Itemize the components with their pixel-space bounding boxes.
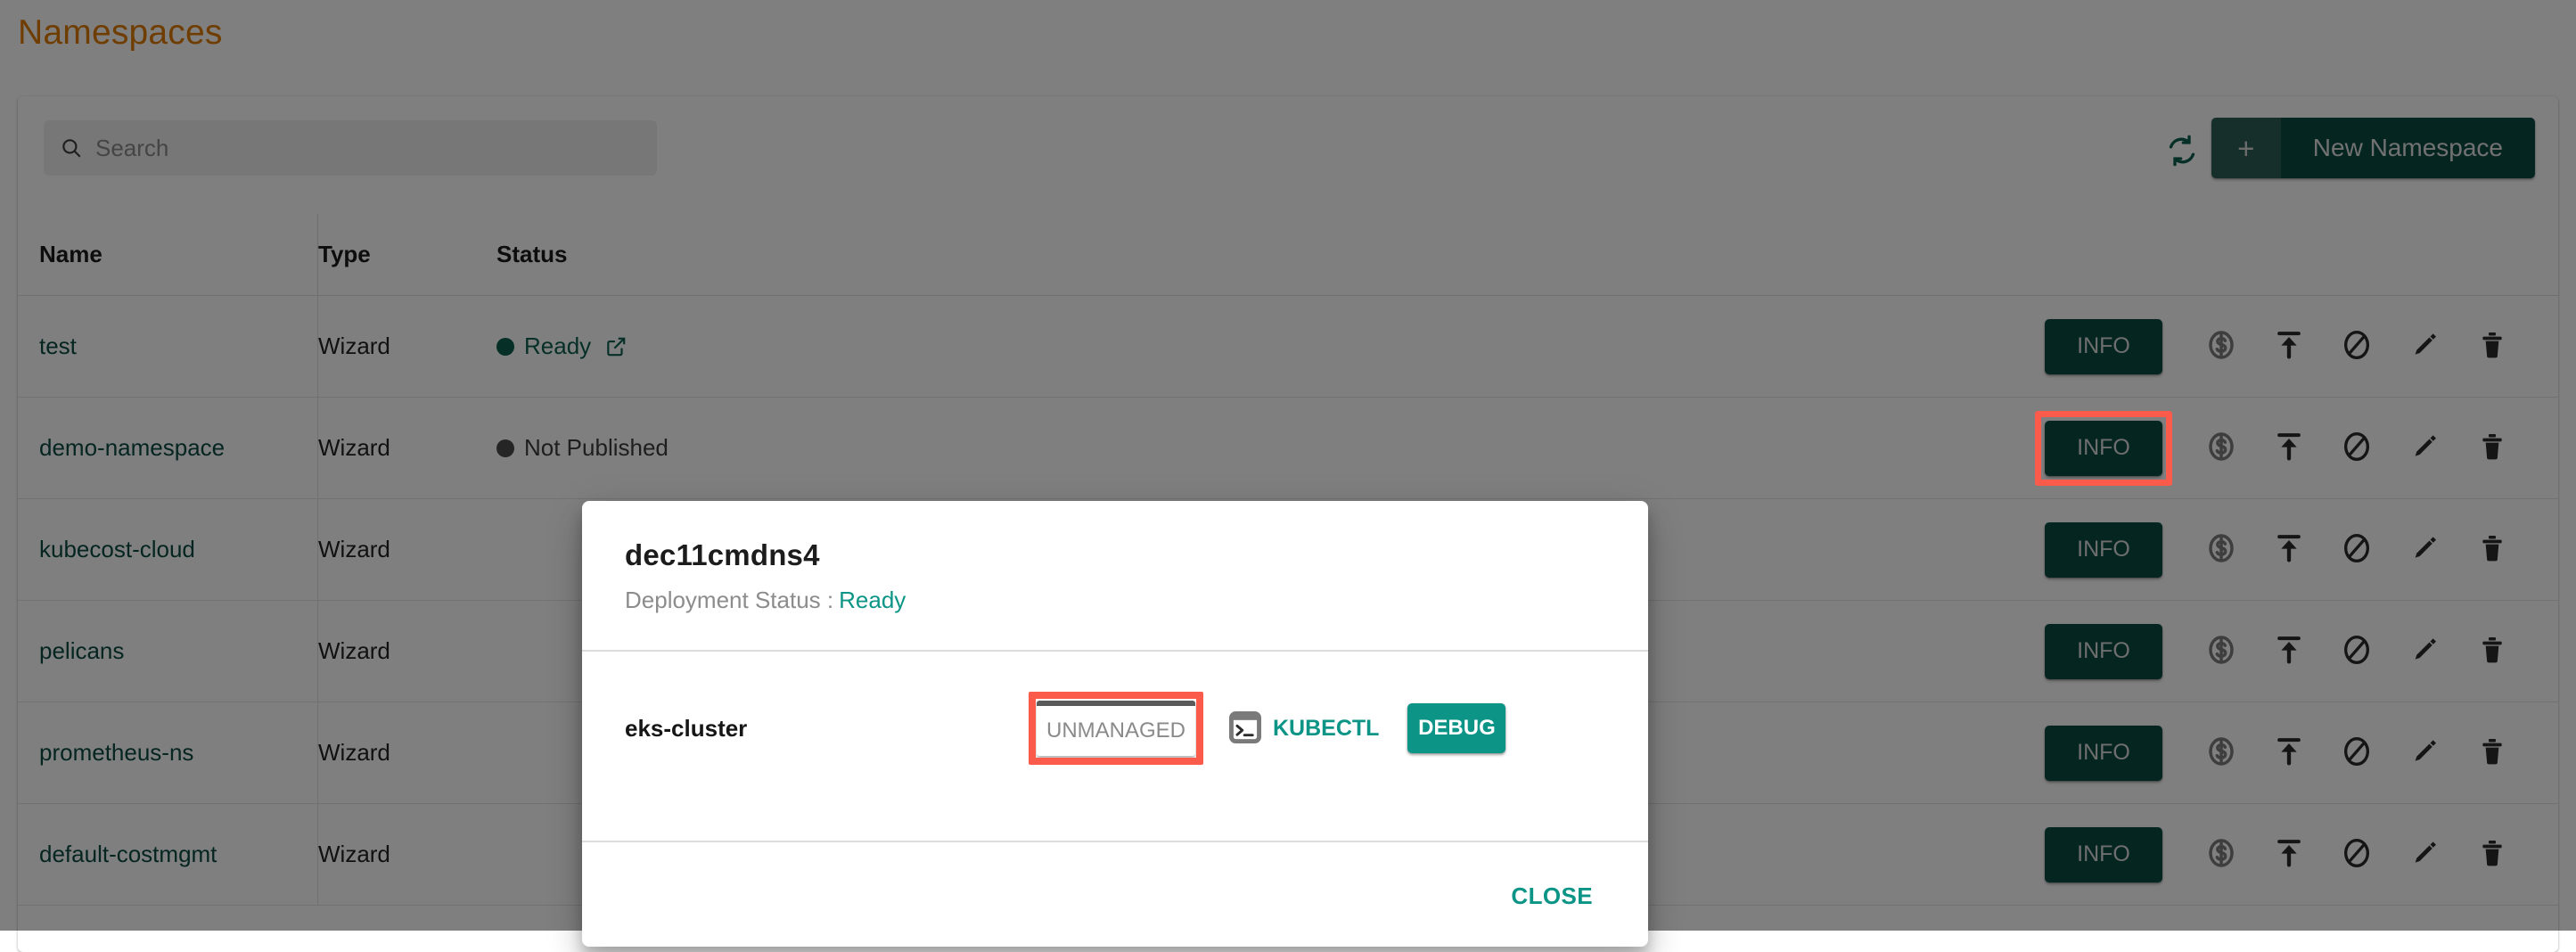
deployment-status: Deployment Status :Ready (625, 587, 1605, 614)
cluster-name: eks-cluster (625, 715, 747, 743)
dialog-body: eks-cluster UNMANAGED KUBECTL DEBUG (582, 652, 1648, 805)
unmanaged-wrapper: UNMANAGED (1037, 701, 1195, 756)
kubectl-label: KUBECTL (1273, 716, 1379, 742)
dialog-header: dec11cmdns4 Deployment Status :Ready (582, 501, 1648, 614)
kubectl-button[interactable]: KUBECTL (1229, 710, 1379, 748)
dialog-title: dec11cmdns4 (625, 538, 1605, 572)
cluster-actions: UNMANAGED KUBECTL DEBUG (1037, 701, 1505, 756)
namespace-info-dialog: dec11cmdns4 Deployment Status :Ready eks… (582, 501, 1648, 947)
debug-button[interactable]: DEBUG (1407, 703, 1505, 753)
deployment-status-value: Ready (839, 587, 906, 613)
terminal-icon (1229, 710, 1261, 748)
dialog-footer: CLOSE (582, 842, 1648, 947)
close-button[interactable]: CLOSE (1498, 874, 1605, 919)
deployment-status-label: Deployment Status : (625, 587, 833, 613)
unmanaged-button[interactable]: UNMANAGED (1037, 701, 1195, 756)
